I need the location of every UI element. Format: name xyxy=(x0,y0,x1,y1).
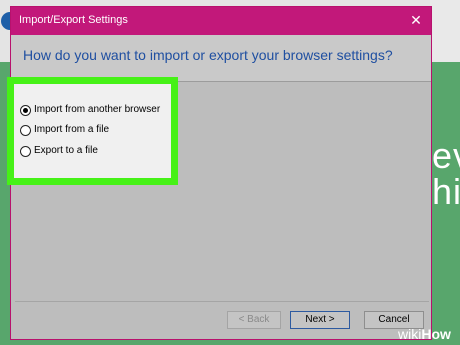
wikihow-watermark: wikiHow xyxy=(398,326,451,342)
radio-icon[interactable] xyxy=(20,125,31,136)
watermark-wiki: wiki xyxy=(398,326,422,342)
radio-selected-icon[interactable] xyxy=(20,105,31,116)
back-button[interactable]: < Back xyxy=(227,311,281,329)
background-page-text: evhi xyxy=(432,135,460,212)
footer-divider xyxy=(15,301,429,302)
dialog-titlebar: Import/Export Settings ✕ xyxy=(11,7,431,35)
browser-side-strip xyxy=(430,0,460,62)
dialog-header: How do you want to import or export your… xyxy=(11,35,431,81)
radio-icon[interactable] xyxy=(20,146,31,157)
dialog-title: Import/Export Settings xyxy=(19,14,128,26)
option-label: Import from a file xyxy=(34,124,110,135)
option-label: Import from another browser xyxy=(34,104,161,115)
watermark-how: How xyxy=(421,326,451,342)
close-icon[interactable]: ✕ xyxy=(407,11,425,29)
next-button[interactable]: Next > xyxy=(290,311,350,329)
dialog-heading: How do you want to import or export your… xyxy=(23,47,393,63)
option-label: Export to a file xyxy=(34,145,98,156)
